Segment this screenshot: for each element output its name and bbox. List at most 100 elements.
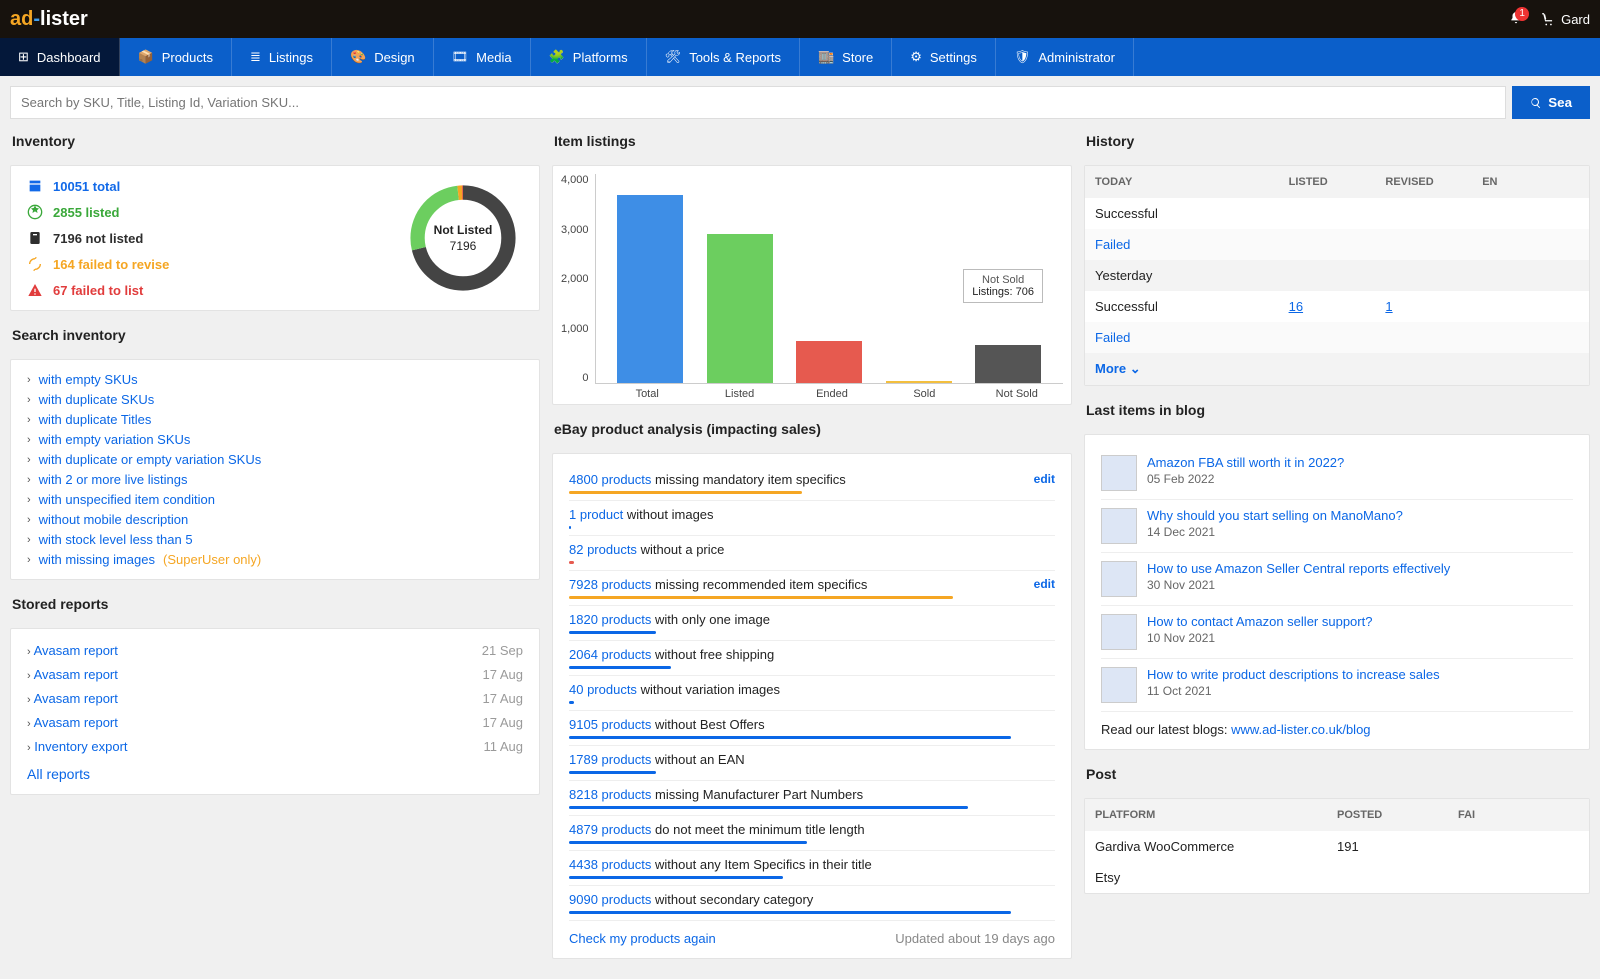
- nav-store[interactable]: 🏬Store: [800, 38, 892, 76]
- analysis-count-link[interactable]: 4879 products: [569, 822, 651, 837]
- stored-report-row[interactable]: › Avasam report17 Aug: [27, 713, 523, 732]
- inventory-stat[interactable]: 10051 total: [27, 178, 169, 194]
- search-input[interactable]: [10, 86, 1506, 119]
- nav-media[interactable]: 🎞Media: [434, 38, 531, 76]
- section-title-post: Post: [1084, 762, 1590, 786]
- blog-item[interactable]: How to use Amazon Seller Central reports…: [1101, 553, 1573, 606]
- blog-panel: Amazon FBA still worth it in 2022?05 Feb…: [1084, 434, 1590, 750]
- inventory-stat[interactable]: 67 failed to list: [27, 282, 169, 298]
- user-menu[interactable]: Gard: [1541, 12, 1590, 27]
- analysis-row: 4879 products do not meet the minimum ti…: [569, 816, 1055, 851]
- stored-report-row[interactable]: › Avasam report17 Aug: [27, 665, 523, 684]
- post-panel: PLATFORMPOSTEDFAI Gardiva WooCommerce191…: [1084, 798, 1590, 894]
- search-bar: Sea: [0, 76, 1600, 129]
- chevron-down-icon: ⌄: [1130, 361, 1141, 376]
- search-inventory-item[interactable]: ›with duplicate Titles: [27, 412, 523, 427]
- chart-bar-sold[interactable]: [886, 381, 952, 383]
- search-inventory-item[interactable]: ›with empty variation SKUs: [27, 432, 523, 447]
- analysis-count-link[interactable]: 1820 products: [569, 612, 651, 627]
- chart-tooltip: Not Sold Listings: 706: [963, 269, 1043, 303]
- analysis-count-link[interactable]: 2064 products: [569, 647, 651, 662]
- search-button[interactable]: Sea: [1512, 86, 1590, 119]
- chart-bar-not-sold[interactable]: [975, 345, 1041, 383]
- inventory-stat[interactable]: 164 failed to revise: [27, 256, 169, 272]
- edit-link[interactable]: edit: [1034, 472, 1055, 487]
- nav-products[interactable]: 📦Products: [120, 38, 233, 76]
- analysis-row: 82 products without a price: [569, 536, 1055, 571]
- section-title-search-inventory: Search inventory: [10, 323, 540, 347]
- search-inventory-item[interactable]: ›with stock level less than 5: [27, 532, 523, 547]
- analysis-count-link[interactable]: 1 product: [569, 507, 623, 522]
- analysis-count-link[interactable]: 1789 products: [569, 752, 651, 767]
- blog-item[interactable]: How to write product descriptions to inc…: [1101, 659, 1573, 712]
- history-more[interactable]: More ⌄: [1085, 353, 1589, 385]
- stored-report-row[interactable]: › Avasam report21 Sep: [27, 641, 523, 660]
- nav-listings[interactable]: ≣Listings: [232, 38, 332, 76]
- chevron-right-icon: ›: [27, 742, 31, 754]
- blog-thumb: [1101, 614, 1137, 650]
- analysis-row: 1 product without images: [569, 501, 1055, 536]
- section-title-analysis: eBay product analysis (impacting sales): [552, 417, 1072, 441]
- chevron-right-icon: ›: [27, 646, 31, 658]
- search-inventory-item[interactable]: ›with unspecified item condition: [27, 492, 523, 507]
- search-inventory-item[interactable]: ›with 2 or more live listings: [27, 472, 523, 487]
- stat-icon: [27, 282, 43, 298]
- history-row: Failed: [1085, 322, 1589, 353]
- nav-icon: ≣: [250, 49, 261, 65]
- chart-bar-listed[interactable]: [707, 234, 773, 383]
- blog-item[interactable]: Amazon FBA still worth it in 2022?05 Feb…: [1101, 447, 1573, 500]
- all-reports-link[interactable]: All reports: [27, 766, 90, 782]
- search-inventory-item[interactable]: ›with duplicate or empty variation SKUs: [27, 452, 523, 467]
- inventory-panel: 10051 total 2855 listed 7196 not listed 164…: [10, 165, 540, 311]
- section-title-blog: Last items in blog: [1084, 398, 1590, 422]
- history-label-link[interactable]: Failed: [1095, 330, 1289, 345]
- blog-item[interactable]: How to contact Amazon seller support?10 …: [1101, 606, 1573, 659]
- analysis-count-link[interactable]: 4438 products: [569, 857, 651, 872]
- inventory-stat[interactable]: 2855 listed: [27, 204, 169, 220]
- stored-report-row[interactable]: › Avasam report17 Aug: [27, 689, 523, 708]
- stat-icon: [27, 204, 43, 220]
- post-row: Etsy: [1085, 862, 1589, 893]
- analysis-count-link[interactable]: 82 products: [569, 542, 637, 557]
- chart-bar-ended[interactable]: [796, 341, 862, 383]
- analysis-count-link[interactable]: 7928 products: [569, 577, 651, 592]
- history-row: Successful: [1085, 198, 1589, 229]
- history-row: Successful161: [1085, 291, 1589, 322]
- blog-item[interactable]: Why should you start selling on ManoMano…: [1101, 500, 1573, 553]
- nav-settings[interactable]: ⚙Settings: [892, 38, 996, 76]
- chevron-right-icon: ›: [27, 434, 31, 446]
- notifications-icon[interactable]: 1: [1509, 11, 1523, 28]
- nav-tools-reports[interactable]: 🛠Tools & Reports: [647, 38, 800, 76]
- search-inventory-item[interactable]: ›without mobile description: [27, 512, 523, 527]
- analysis-count-link[interactable]: 40 products: [569, 682, 637, 697]
- nav-administrator[interactable]: 🛡Administrator: [996, 38, 1134, 76]
- blog-footer-link[interactable]: www.ad-lister.co.uk/blog: [1231, 722, 1370, 737]
- analysis-count-link[interactable]: 9105 products: [569, 717, 651, 732]
- history-label-link[interactable]: Failed: [1095, 237, 1289, 252]
- nav-dashboard[interactable]: ⊞Dashboard: [0, 38, 120, 76]
- edit-link[interactable]: edit: [1034, 577, 1055, 592]
- check-products-link[interactable]: Check my products again: [569, 931, 716, 946]
- cart-icon: [1541, 12, 1555, 26]
- nav-design[interactable]: 🎨Design: [332, 38, 434, 76]
- search-inventory-item[interactable]: ›with duplicate SKUs: [27, 392, 523, 407]
- chevron-right-icon: ›: [27, 694, 31, 706]
- nav-platforms[interactable]: 🧩Platforms: [531, 38, 647, 76]
- analysis-row: 9105 products without Best Offers: [569, 711, 1055, 746]
- analysis-row: 4438 products without any Item Specifics…: [569, 851, 1055, 886]
- inventory-stat[interactable]: 7196 not listed: [27, 230, 169, 246]
- post-row: Gardiva WooCommerce191: [1085, 831, 1589, 862]
- analysis-count-link[interactable]: 4800 products: [569, 472, 651, 487]
- analysis-count-link[interactable]: 8218 products: [569, 787, 651, 802]
- chevron-right-icon: ›: [27, 514, 31, 526]
- search-inventory-item[interactable]: ›with missing images (SuperUser only): [27, 552, 523, 567]
- stored-report-row[interactable]: › Inventory export11 Aug: [27, 737, 523, 756]
- analysis-row: 2064 products without free shipping: [569, 641, 1055, 676]
- chevron-right-icon: ›: [27, 414, 31, 426]
- search-inventory-item[interactable]: ›with empty SKUs: [27, 372, 523, 387]
- topbar: ad-lister 1 Gard: [0, 0, 1600, 38]
- analysis-row: 7928 products missing recommended item s…: [569, 571, 1055, 606]
- section-title-inventory: Inventory: [10, 129, 540, 153]
- nav-icon: 🎨: [350, 49, 366, 65]
- chart-bar-total[interactable]: [617, 195, 683, 383]
